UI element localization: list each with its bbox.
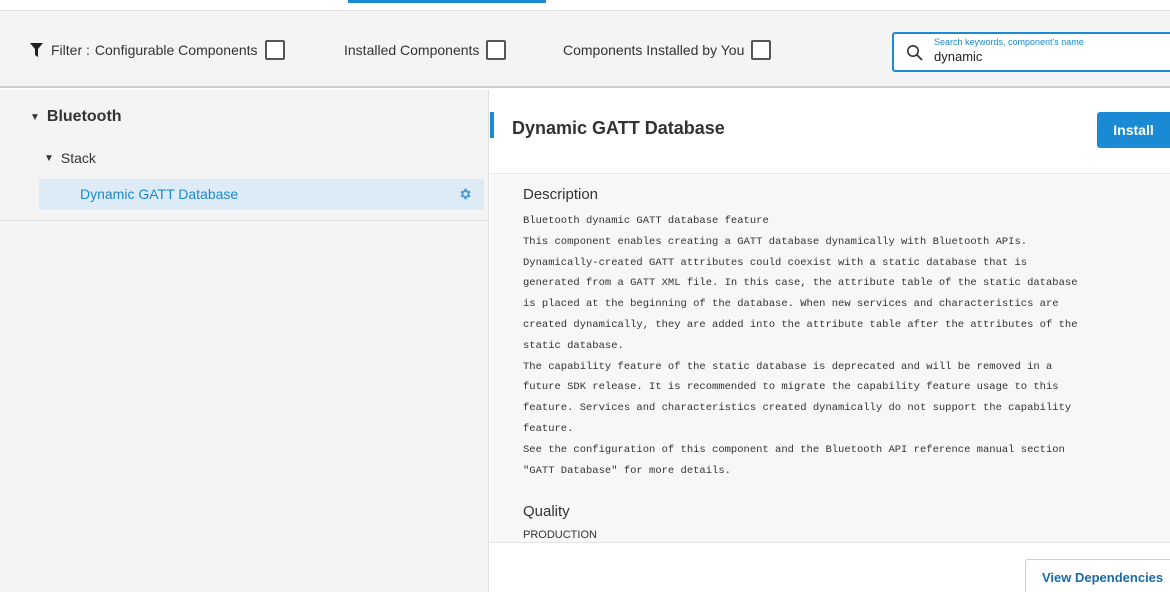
- search-value: dynamic: [934, 49, 983, 64]
- description-text: Bluetooth dynamic GATT database feature …: [523, 211, 1078, 481]
- installed-by-you-checkbox[interactable]: [751, 40, 772, 60]
- description-line: feature.: [523, 422, 574, 435]
- description-line: created dynamically, they are added into…: [523, 318, 1078, 331]
- filter-configurable-label: Configurable Components: [94, 42, 258, 58]
- description-line: "GATT Database" for more details.: [523, 464, 731, 477]
- installed-components-checkbox[interactable]: [486, 40, 507, 60]
- description-line: See the configuration of this component …: [523, 443, 1065, 456]
- configurable-components-checkbox[interactable]: [264, 40, 285, 60]
- detail-body: Description Bluetooth dynamic GATT datab…: [490, 175, 1170, 542]
- tree-divider: [0, 220, 489, 221]
- filter-installed: Installed Components: [344, 40, 507, 60]
- filter-installed-label: Installed Components: [344, 42, 480, 58]
- filter-bar: Filter : Configurable Components Install…: [0, 10, 1170, 88]
- description-line: The capability feature of the static dat…: [523, 360, 1053, 373]
- description-line: future SDK release. It is recommended to…: [523, 381, 1059, 394]
- description-line: is placed at the beginning of the databa…: [523, 298, 1059, 311]
- filter-installed-by-you-label: Components Installed by You: [563, 42, 745, 58]
- tree-item-dynamic-gatt-database[interactable]: Dynamic GATT Database: [39, 179, 484, 210]
- detail-footer: View Dependencies: [490, 542, 1170, 592]
- detail-title: Dynamic GATT Database: [512, 118, 725, 138]
- view-dependencies-button[interactable]: View Dependencies: [1025, 559, 1170, 592]
- description-line: Dynamically-created GATT attributes coul…: [523, 256, 1028, 269]
- detail-header: Dynamic GATT Database Install: [490, 90, 1170, 174]
- active-tab-indicator: [348, 0, 546, 3]
- tree-category-bluetooth[interactable]: ▼ Bluetooth: [30, 108, 122, 126]
- install-button[interactable]: Install: [1097, 112, 1170, 148]
- search-icon: [907, 45, 923, 61]
- description-line: static database.: [523, 339, 624, 352]
- filter-label: Filter :: [51, 42, 90, 58]
- tree-subcategory-label: Stack: [60, 150, 96, 166]
- filter-configurable: Filter : Configurable Components: [30, 40, 285, 60]
- description-line: This component enables creating a GATT d…: [523, 235, 1028, 248]
- component-browser: Filter : Configurable Components Install…: [0, 0, 1170, 592]
- description-line: Bluetooth dynamic GATT database feature: [523, 215, 769, 227]
- component-tree: ▼ Bluetooth ▼ Stack Dynamic GATT Databas…: [0, 90, 489, 592]
- gear-icon[interactable]: [458, 187, 472, 201]
- tree-category-label: Bluetooth: [46, 108, 122, 125]
- caret-down-icon: ▼: [44, 152, 54, 164]
- description-line: feature. Services and characteristics cr…: [523, 402, 1072, 415]
- caret-down-icon: ▼: [30, 111, 40, 123]
- description-heading: Description: [523, 186, 599, 203]
- tree-item-label: Dynamic GATT Database: [80, 186, 239, 202]
- quality-heading: Quality: [523, 503, 570, 520]
- quality-value: PRODUCTION: [523, 529, 597, 541]
- tree-subcategory-stack[interactable]: ▼ Stack: [44, 150, 96, 166]
- filter-icon: [30, 43, 43, 57]
- filter-installed-by-you: Components Installed by You: [563, 40, 772, 60]
- description-line: generated from a GATT XML file. In this …: [523, 277, 1078, 290]
- search-input[interactable]: Search keywords, component's name dynami…: [892, 32, 1170, 72]
- title-accent-bar: [490, 112, 494, 138]
- search-placeholder: Search keywords, component's name: [934, 37, 1084, 47]
